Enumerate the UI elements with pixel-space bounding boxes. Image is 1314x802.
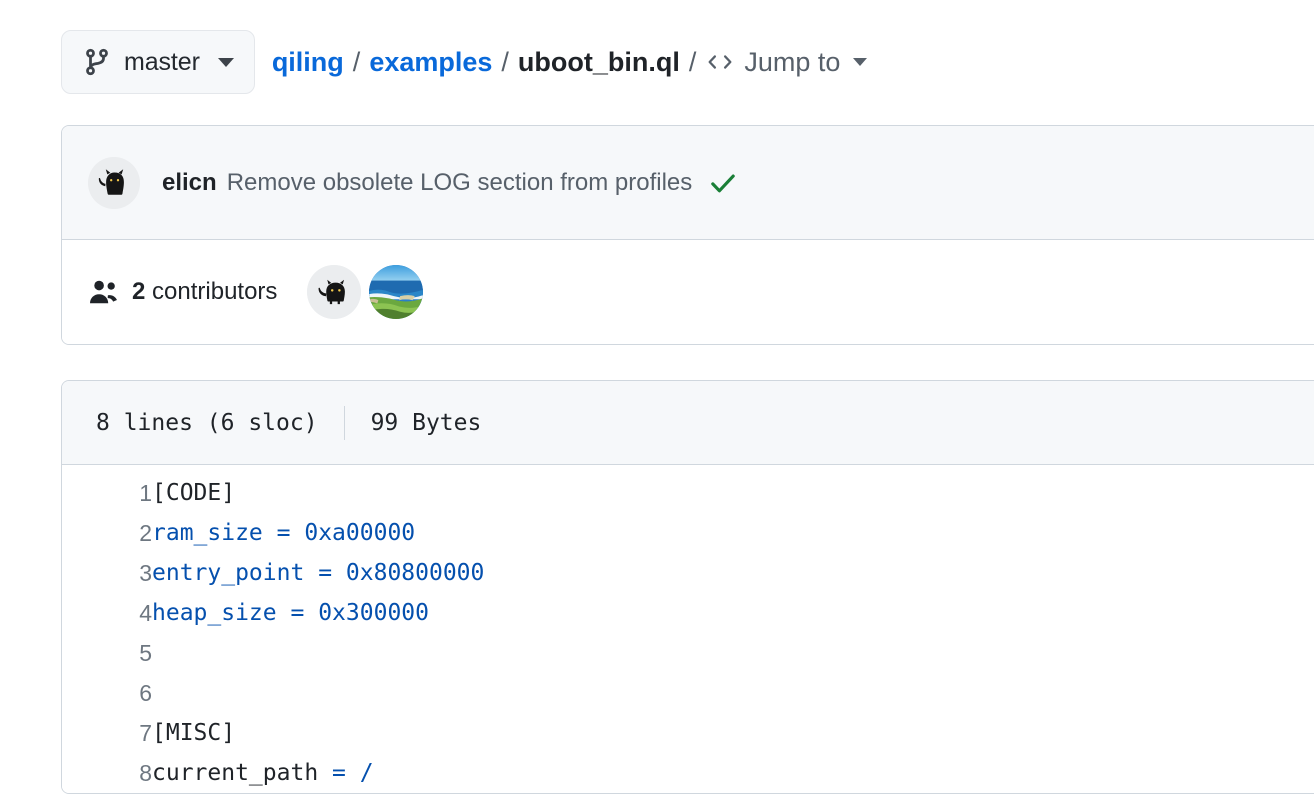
commit-author-link[interactable]: elicn [162, 169, 217, 197]
commit-message-link[interactable]: Remove obsolete LOG section from profile… [227, 169, 693, 197]
code-line-content[interactable] [152, 673, 1314, 713]
stats-divider [344, 406, 345, 440]
avatar[interactable] [88, 157, 140, 209]
code-token-key: heap_size [152, 600, 277, 626]
breadcrumb: qiling / examples / uboot_bin.ql / Jump … [272, 47, 868, 78]
breadcrumb-folder-link[interactable]: examples [369, 47, 492, 78]
chevron-down-icon [218, 58, 234, 67]
contributors-count[interactable]: 2 contributors [132, 278, 277, 306]
git-branch-icon [84, 47, 110, 77]
latest-commit-row: elicn Remove obsolete LOG section from p… [62, 126, 1314, 240]
line-number[interactable]: 7 [62, 713, 152, 753]
line-number[interactable]: 3 [62, 553, 152, 593]
line-number[interactable]: 6 [62, 673, 152, 713]
code-token-plain [304, 600, 318, 626]
contributors-count-number: 2 [132, 278, 145, 305]
code-token-plain [277, 600, 291, 626]
code-line-row: 2ram_size = 0xa00000 [62, 513, 1314, 553]
code-token-op: = [277, 520, 291, 546]
code-icon [705, 50, 735, 74]
code-line-row: 8current_path = / [62, 753, 1314, 793]
file-content-panel: 8 lines (6 sloc) 99 Bytes 1[CODE]2ram_si… [61, 380, 1314, 794]
code-token-plain: current_path [152, 760, 318, 786]
code-table: 1[CODE]2ram_size = 0xa000003entry_point … [62, 473, 1314, 793]
file-meta-panel: elicn Remove obsolete LOG section from p… [61, 125, 1314, 345]
code-token-plain [318, 760, 332, 786]
breadcrumb-separator: / [501, 47, 509, 78]
code-line-content[interactable]: current_path = / [152, 753, 1314, 793]
contributors-label: contributors [152, 278, 277, 305]
line-number[interactable]: 1 [62, 473, 152, 513]
file-byte-size: 99 Bytes [371, 410, 482, 436]
code-token-plain [263, 520, 277, 546]
code-token-plain [332, 560, 346, 586]
code-token-key: ram_size [152, 520, 263, 546]
file-stats-bar: 8 lines (6 sloc) 99 Bytes [62, 381, 1314, 465]
code-line-row: 5 [62, 633, 1314, 673]
avatar[interactable] [369, 265, 423, 319]
code-line-content[interactable]: [CODE] [152, 473, 1314, 513]
line-number[interactable]: 2 [62, 513, 152, 553]
code-token-val: / [360, 760, 374, 786]
branch-name-label: master [124, 48, 200, 77]
line-number[interactable]: 5 [62, 633, 152, 673]
code-token-val: 0xa00000 [304, 520, 415, 546]
breadcrumb-separator: / [689, 47, 697, 78]
code-token-key: entry_point [152, 560, 304, 586]
code-line-content[interactable]: ram_size = 0xa00000 [152, 513, 1314, 553]
breadcrumb-current-file: uboot_bin.ql [518, 47, 680, 78]
people-icon [88, 278, 120, 306]
code-token-plain: [CODE] [152, 480, 235, 506]
code-line-row: 3entry_point = 0x80800000 [62, 553, 1314, 593]
code-line-row: 1[CODE] [62, 473, 1314, 513]
branch-selector-button[interactable]: master [61, 30, 255, 94]
contributor-avatar-list [307, 265, 423, 319]
github-file-view-page: master qiling / examples / uboot_bin.ql … [0, 0, 1314, 802]
code-token-op: = [290, 600, 304, 626]
code-token-plain [346, 760, 360, 786]
code-token-op: = [332, 760, 346, 786]
code-line-content[interactable]: heap_size = 0x300000 [152, 593, 1314, 633]
jump-to-button[interactable]: Jump to [705, 47, 867, 78]
jump-to-label: Jump to [744, 47, 840, 78]
code-token-op: = [318, 560, 332, 586]
contributors-row: 2 contributors [62, 240, 1314, 344]
code-token-plain: [MISC] [152, 720, 235, 746]
code-token-plain [304, 560, 318, 586]
code-token-val: 0x300000 [318, 600, 429, 626]
code-line-row: 7[MISC] [62, 713, 1314, 753]
breadcrumb-separator: / [353, 47, 361, 78]
code-line-row: 4heap_size = 0x300000 [62, 593, 1314, 633]
code-line-row: 6 [62, 673, 1314, 713]
code-line-content[interactable]: entry_point = 0x80800000 [152, 553, 1314, 593]
file-line-count: 8 lines (6 sloc) [96, 410, 318, 436]
code-body: 1[CODE]2ram_size = 0xa000003entry_point … [62, 465, 1314, 793]
avatar[interactable] [307, 265, 361, 319]
chevron-down-icon [853, 58, 867, 66]
line-number[interactable]: 8 [62, 753, 152, 793]
line-number[interactable]: 4 [62, 593, 152, 633]
breadcrumb-repo-link[interactable]: qiling [272, 47, 344, 78]
code-line-content[interactable] [152, 633, 1314, 673]
code-token-plain [291, 520, 305, 546]
check-green-icon[interactable] [708, 168, 738, 198]
code-token-val: 0x80800000 [346, 560, 484, 586]
file-navigation-bar: master qiling / examples / uboot_bin.ql … [61, 30, 867, 94]
code-line-content[interactable]: [MISC] [152, 713, 1314, 753]
